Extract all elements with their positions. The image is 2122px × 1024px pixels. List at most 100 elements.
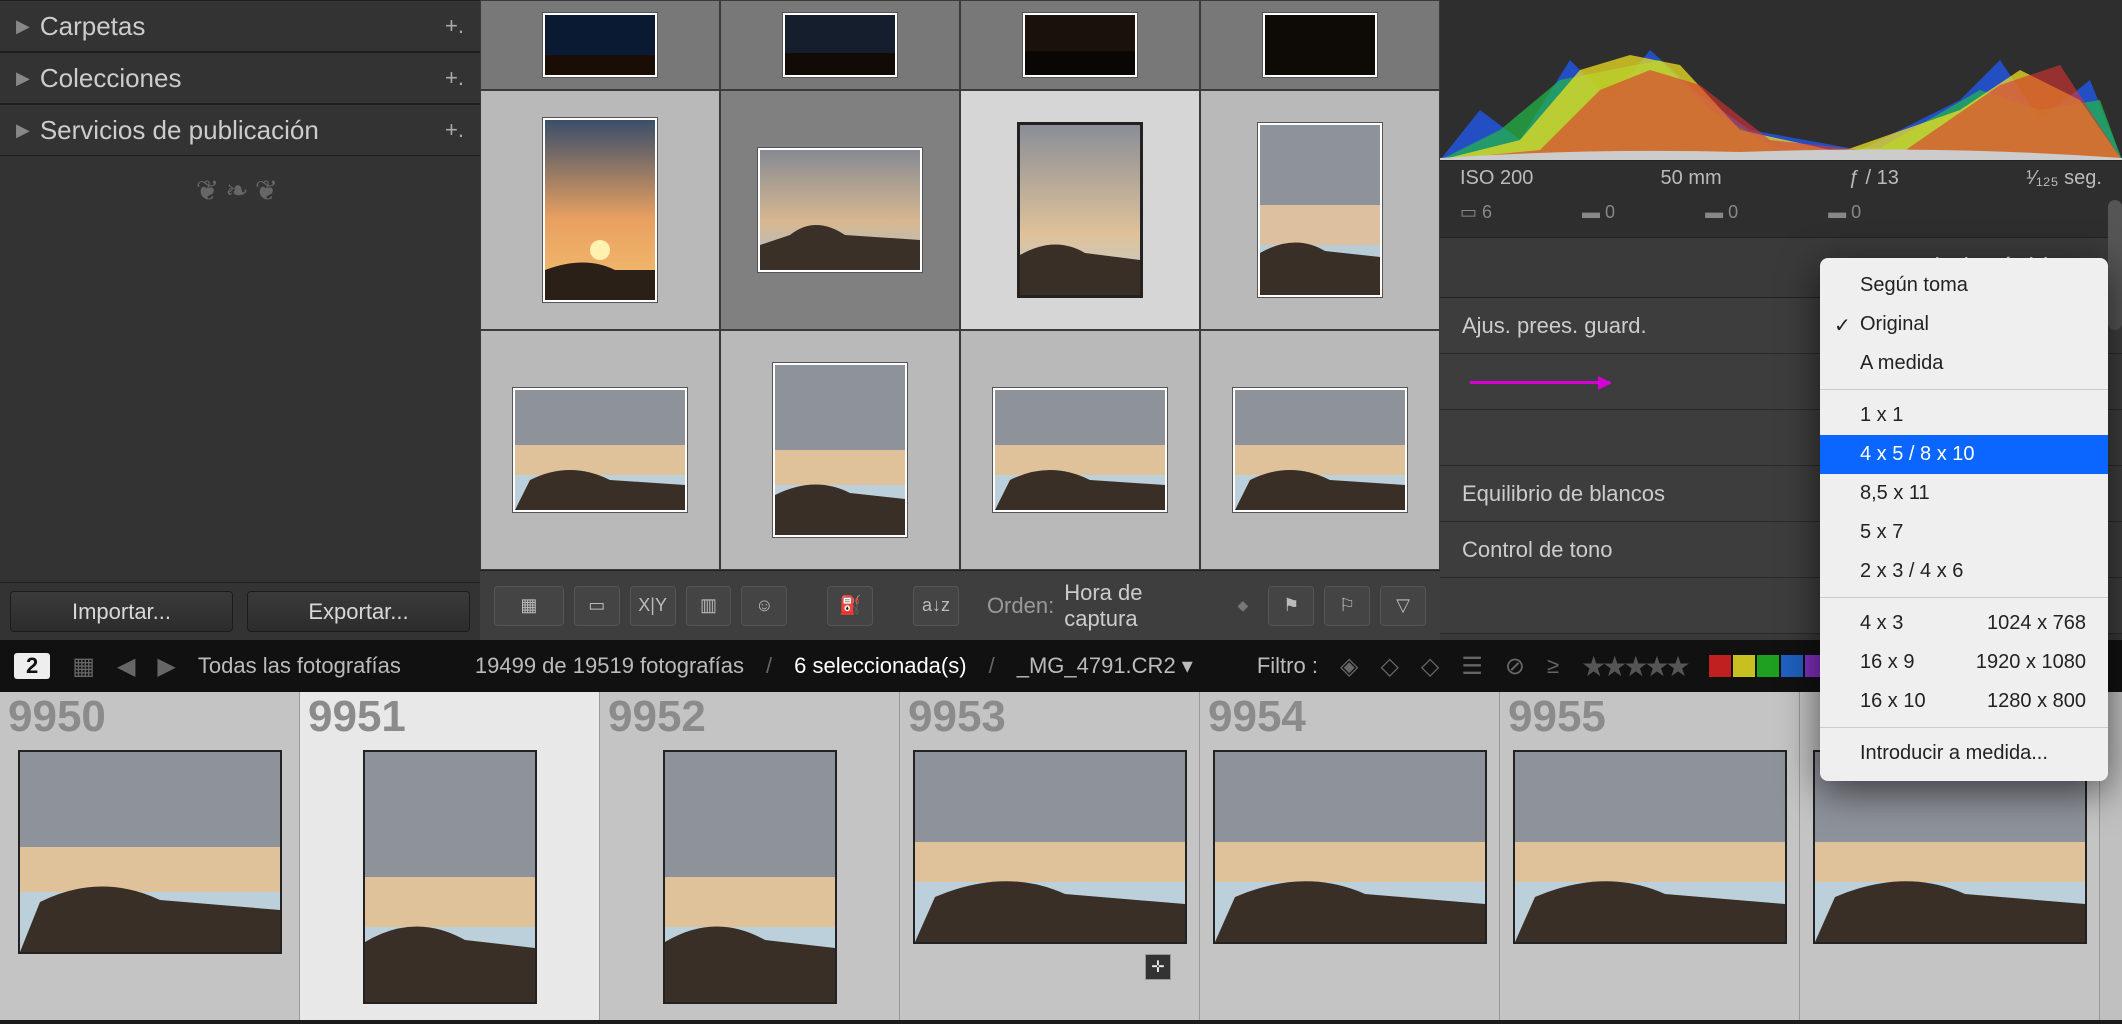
grid-toolbar: ▦ ▭ X|Y ▥ ☺ ⛽ a↓z Orden: Hora de captura… [480, 570, 1440, 640]
crop-badge-icon: ✛ [1145, 954, 1171, 980]
filmstrip-cell[interactable]: 9952 [600, 692, 900, 1020]
import-button[interactable]: Importar... [10, 591, 233, 632]
flag-filter-icon[interactable]: ◇ [1380, 652, 1398, 681]
grid-cell[interactable] [480, 0, 720, 90]
menu-item-custom[interactable]: A medida [1820, 344, 2108, 383]
spray-icon[interactable]: ⛽ [827, 586, 873, 626]
add-icon[interactable]: +. [445, 117, 464, 143]
sort-label: Orden: [987, 593, 1054, 619]
caret-icon: ◆ [1238, 597, 1249, 614]
frame-number: 9953 [908, 692, 1006, 742]
crop-ratio-menu[interactable]: Según toma Original A medida 1 x 1 4 x 5… [1820, 258, 2108, 781]
frame-number: 9950 [8, 692, 106, 742]
panel-label: Colecciones [40, 63, 445, 94]
meta2-v2: ▬ 0 [1705, 202, 1738, 223]
filmstrip-cell[interactable]: 9951 [300, 692, 600, 1020]
grid-cell[interactable] [960, 330, 1200, 570]
panel-label: Servicios de publicación [40, 115, 445, 146]
frame-number: 9952 [608, 692, 706, 742]
grid-cell[interactable] [480, 330, 720, 570]
grid-cell[interactable] [720, 0, 960, 90]
exif-focal: 50 mm [1661, 167, 1722, 190]
flag-filter-icon[interactable]: ◈ [1340, 652, 1358, 681]
menu-item-4x5[interactable]: 4 x 5 / 8 x 10 [1820, 435, 2108, 474]
export-button[interactable]: Exportar... [247, 591, 470, 632]
grid-cell[interactable] [480, 90, 720, 330]
menu-item-original[interactable]: Original [1820, 305, 2108, 344]
filter-menu-icon[interactable]: ▽ [1380, 586, 1426, 626]
frame-number: 9951 [308, 692, 406, 742]
compare-view-icon[interactable]: X|Y [630, 586, 676, 626]
color-swatch[interactable] [1709, 655, 1731, 677]
flag-icon[interactable]: ⚑ [1268, 586, 1314, 626]
loupe-view-icon[interactable]: ▭ [574, 586, 620, 626]
grid-cell[interactable] [1200, 330, 1440, 570]
grid-mini-icon[interactable]: ▦ [72, 652, 95, 681]
menu-item-as-shot[interactable]: Según toma [1820, 266, 2108, 305]
grid-view-icon[interactable]: ▦ [494, 586, 564, 626]
grid-cell[interactable] [720, 330, 960, 570]
panel-folders[interactable]: ▶ Carpetas +. [0, 0, 480, 52]
reject-icon[interactable]: ⚐ [1324, 586, 1370, 626]
menu-item-85x11[interactable]: 8,5 x 11 [1820, 474, 2108, 513]
menu-item-16x10[interactable]: 16 x 101280 x 800 [1820, 682, 2108, 721]
sort-value[interactable]: Hora de captura [1064, 580, 1221, 632]
crop-indicator: ▭ 6 [1460, 202, 1492, 223]
count-label: 19499 de 19519 fotografías [475, 653, 744, 679]
color-swatch[interactable] [1757, 655, 1779, 677]
filmstrip-cell[interactable]: 9953 ✛ [900, 692, 1200, 1020]
scrollbar-thumb[interactable] [2108, 200, 2122, 330]
flag-filter-icon[interactable]: ◇ [1421, 652, 1439, 681]
disclosure-icon: ▶ [16, 16, 30, 37]
menu-item-16x9[interactable]: 16 x 91920 x 1080 [1820, 643, 2108, 682]
panel-publish[interactable]: ▶ Servicios de publicación +. [0, 104, 480, 156]
filter-settings-icon[interactable]: ☰ [1461, 652, 1483, 681]
filmstrip[interactable]: 9950 9951 9952 9953 ✛ 9954 9955 [0, 692, 2122, 1020]
filename-label[interactable]: _MG_4791.CR2 ▾ [1017, 653, 1193, 679]
separator: / [766, 653, 772, 679]
exif-shutter: ¹⁄₁₂₅ seg. [2026, 167, 2102, 190]
menu-item-4x3[interactable]: 4 x 31024 x 768 [1820, 604, 2108, 643]
panel-label: Carpetas [40, 11, 445, 42]
panel-collections[interactable]: ▶ Colecciones +. [0, 52, 480, 104]
grid-cell[interactable] [1200, 90, 1440, 330]
menu-item-1x1[interactable]: 1 x 1 [1820, 396, 2108, 435]
grid-cell[interactable] [960, 0, 1200, 90]
frame-number: 9955 [1508, 692, 1606, 742]
filter-label: Filtro : [1257, 653, 1318, 679]
sort-direction-icon[interactable]: a↓z [913, 586, 959, 626]
grid-cell[interactable] [1200, 0, 1440, 90]
menu-item-5x7[interactable]: 5 x 7 [1820, 513, 2108, 552]
nav-fwd-icon[interactable]: ▶ [157, 652, 175, 681]
grid-cell[interactable] [720, 90, 960, 330]
disclosure-icon: ▶ [16, 68, 30, 89]
nav-back-icon[interactable]: ◀ [117, 652, 135, 681]
filmstrip-cell[interactable]: 9950 [0, 692, 300, 1020]
filmstrip-cell[interactable]: 9955 [1500, 692, 1800, 1020]
color-swatch[interactable] [1733, 655, 1755, 677]
people-view-icon[interactable]: ☺ [741, 586, 787, 626]
exif-fstop: ƒ / 13 [1849, 167, 1899, 190]
selected-label: 6 seleccionada(s) [794, 653, 966, 679]
menu-item-2x3[interactable]: 2 x 3 / 4 x 6 [1820, 552, 2108, 591]
menu-separator [1820, 597, 2108, 598]
meta2-v1: ▬ 0 [1582, 202, 1615, 223]
add-icon[interactable]: +. [445, 13, 464, 39]
survey-view-icon[interactable]: ▥ [686, 586, 732, 626]
filter-settings-icon[interactable]: ⊘ [1505, 652, 1525, 681]
disclosure-icon: ▶ [16, 120, 30, 141]
exif-row: ISO 200 50 mm ƒ / 13 ¹⁄₁₂₅ seg. [1440, 160, 2122, 196]
rating-filter[interactable]: ★★★★★ [1581, 650, 1687, 683]
meta2-v3: ▬ 0 [1828, 202, 1861, 223]
frame-number: 9954 [1208, 692, 1306, 742]
source-label[interactable]: Todas las fotografías [198, 653, 401, 679]
secondary-display-badge[interactable]: 2 [14, 653, 50, 679]
menu-item-enter-custom[interactable]: Introducir a medida... [1820, 734, 2108, 773]
grid-cell-selected[interactable] [960, 90, 1200, 330]
add-icon[interactable]: +. [445, 65, 464, 91]
filmstrip-cell[interactable]: 9954 [1200, 692, 1500, 1020]
thumbnail-grid: ▦ ▭ X|Y ▥ ☺ ⛽ a↓z Orden: Hora de captura… [480, 0, 1440, 640]
menu-separator [1820, 389, 2108, 390]
exif-iso: ISO 200 [1460, 167, 1533, 190]
color-swatch[interactable] [1781, 655, 1803, 677]
